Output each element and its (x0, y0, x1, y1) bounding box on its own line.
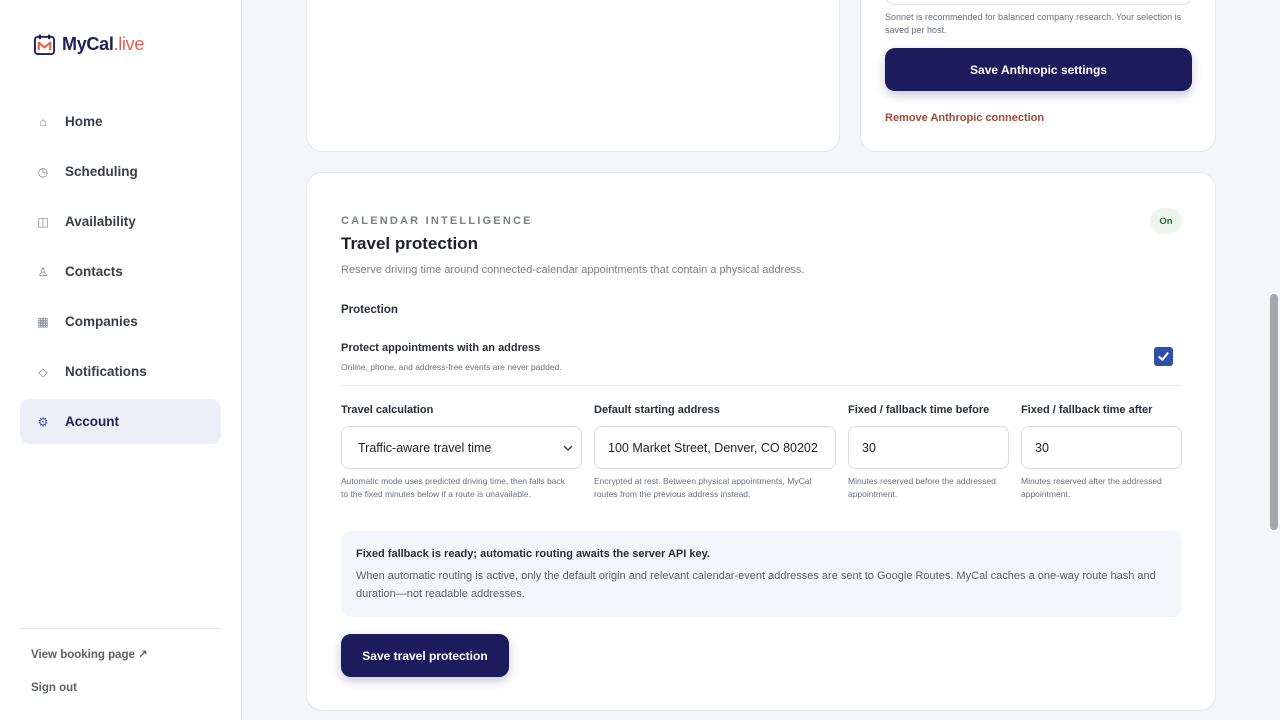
time-after-label: Fixed / fallback time after (1021, 404, 1153, 416)
time-before-input[interactable] (862, 440, 1008, 455)
save-travel-protection-button[interactable]: Save travel protection (341, 634, 509, 677)
travel-calculation-label: Travel calculation (341, 404, 434, 416)
row-divider (341, 385, 1182, 386)
default-address-hint: Encrypted at rest. Between physical appo… (594, 476, 812, 499)
protect-appointments-checkbox[interactable] (1154, 347, 1173, 366)
bell-icon: ◇ (38, 364, 48, 379)
sidebar-item-label: Home (65, 114, 103, 129)
sidebar-item-scheduling[interactable]: ◷ Scheduling (20, 149, 221, 194)
home-icon: ⌂ (39, 114, 47, 129)
calendar-logo-icon (33, 34, 56, 56)
sidebar-divider (20, 628, 221, 629)
travel-calculation-value: Traffic-aware travel time (358, 440, 492, 455)
time-before-hint: Minutes reserved before the addressed ap… (848, 476, 996, 499)
sidebar-item-availability[interactable]: ◫ Availability (20, 199, 221, 244)
view-booking-page-link[interactable]: View booking page ↗ (31, 647, 148, 661)
sidebar-item-companies[interactable]: ▦ Companies (20, 299, 221, 344)
time-after-hint: Minutes reserved after the addressed app… (1021, 476, 1162, 499)
sidebar-item-home[interactable]: ⌂ Home (20, 99, 221, 144)
sidebar-item-contacts[interactable]: ♙ Contacts (20, 249, 221, 294)
sidebar-item-label: Account (65, 414, 119, 429)
travel-calculation-select[interactable]: Traffic-aware travel time (341, 426, 582, 469)
save-anthropic-settings-button[interactable]: Save Anthropic settings (885, 48, 1192, 91)
routing-info-title: Fixed fallback is ready; automatic routi… (356, 548, 710, 560)
sidebar-item-label: Scheduling (65, 164, 138, 179)
page-scrollbar[interactable] (1268, 0, 1280, 720)
routing-info-box: Fixed fallback is ready; automatic routi… (341, 531, 1182, 617)
default-address-label: Default starting address (594, 404, 720, 416)
brand-logo[interactable]: MyCal.live (33, 33, 144, 56)
sidebar-nav: ⌂ Home ◷ Scheduling ◫ Availability ♙ Con… (20, 99, 221, 449)
sidebar-item-notifications[interactable]: ◇ Notifications (20, 349, 221, 394)
sidebar-item-account[interactable]: ⚙ Account (20, 399, 221, 444)
routing-info-body: When automatic routing is active, only t… (356, 570, 1156, 600)
default-address-input[interactable] (608, 440, 835, 455)
model-hint: Sonnet is recommended for balanced compa… (885, 12, 1182, 35)
anthropic-settings-card: Sonnet is recommended for balanced compa… (860, 0, 1216, 152)
checkmark-icon (1158, 352, 1169, 361)
card-title: Travel protection (341, 234, 478, 253)
section-eyebrow: CALENDAR INTELLIGENCE (341, 215, 533, 227)
calendar-icon: ◫ (37, 214, 49, 229)
time-after-input[interactable] (1035, 440, 1181, 455)
scrollbar-thumb[interactable] (1270, 294, 1278, 530)
gear-icon: ⚙ (37, 414, 49, 429)
chevron-down-icon (563, 445, 573, 451)
protect-appointments-hint: Online, phone, and address-free events a… (341, 362, 562, 372)
sign-out-link[interactable]: Sign out (31, 682, 77, 694)
brand-name: MyCal.live (62, 34, 145, 54)
sidebar-item-label: Companies (65, 314, 138, 329)
person-icon: ♙ (37, 264, 49, 279)
model-select[interactable] (885, 0, 1192, 5)
default-address-field[interactable] (594, 426, 836, 469)
protect-appointments-label: Protect appointments with an address (341, 342, 541, 354)
status-badge: On (1150, 208, 1182, 234)
time-after-field[interactable] (1021, 426, 1182, 469)
remove-anthropic-connection-link[interactable]: Remove Anthropic connection (885, 112, 1044, 124)
time-before-field[interactable] (848, 426, 1009, 469)
sidebar-item-label: Notifications (65, 364, 147, 379)
protection-section-label: Protection (341, 304, 398, 316)
clock-icon: ◷ (37, 164, 49, 179)
card-subtitle: Reserve driving time around connected-ca… (341, 264, 805, 276)
sidebar-item-label: Availability (65, 214, 136, 229)
travel-protection-card: CALENDAR INTELLIGENCE On Travel protecti… (306, 172, 1216, 711)
travel-calculation-hint: Automatic mode uses predicted driving ti… (341, 476, 565, 499)
sidebar-item-label: Contacts (65, 264, 123, 279)
previous-settings-card (306, 0, 840, 152)
time-before-label: Fixed / fallback time before (848, 404, 990, 416)
building-icon: ▦ (37, 314, 49, 329)
sidebar: MyCal.live ⌂ Home ◷ Scheduling ◫ Availab… (0, 0, 242, 720)
